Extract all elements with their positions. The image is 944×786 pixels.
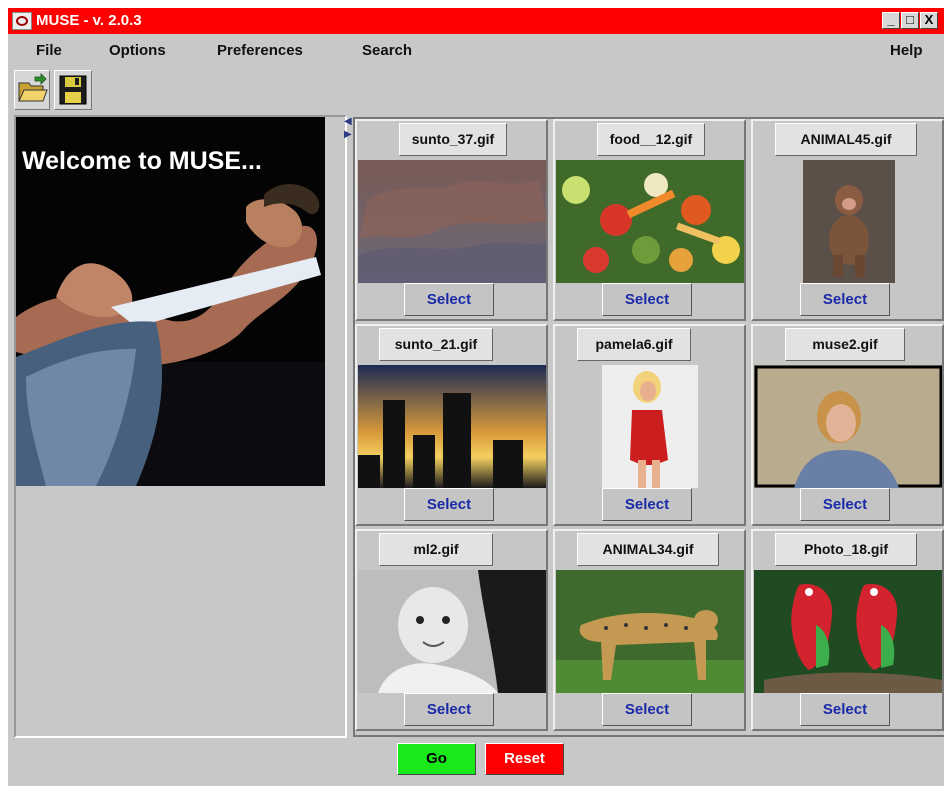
window-title: MUSE - v. 2.0.3	[36, 12, 142, 29]
go-button[interactable]: Go	[397, 743, 476, 775]
menu-help[interactable]: Help	[890, 42, 923, 59]
image-cell: muse2.gif Select	[751, 324, 944, 526]
image-cell: food__12.gif Select	[553, 119, 746, 321]
image-thumbnail[interactable]	[754, 570, 942, 693]
image-thumbnail[interactable]	[358, 160, 546, 283]
title-bar: MUSE - v. 2.0.3 _ □ X	[8, 8, 944, 34]
image-filename: food__12.gif	[597, 123, 705, 156]
select-button[interactable]: Select	[800, 488, 890, 521]
image-filename: Photo_18.gif	[775, 533, 917, 566]
reset-button[interactable]: Reset	[485, 743, 564, 775]
image-filename: ml2.gif	[379, 533, 493, 566]
image-cell: sunto_37.gif Select	[355, 119, 548, 321]
image-filename: pamela6.gif	[577, 328, 691, 361]
welcome-image: Welcome to MUSE...	[16, 117, 325, 486]
select-button[interactable]: Select	[800, 283, 890, 316]
menu-preferences[interactable]: Preferences	[217, 42, 303, 59]
minimize-button[interactable]: _	[882, 12, 900, 29]
save-button[interactable]	[54, 70, 92, 110]
select-button[interactable]: Select	[602, 283, 692, 316]
image-thumbnail[interactable]	[754, 365, 942, 488]
image-cell: ml2.gif Select	[355, 529, 548, 731]
open-folder-icon	[18, 73, 48, 102]
image-cell: ANIMAL45.gif Select	[751, 119, 944, 321]
image-cell: Photo_18.gif Select	[751, 529, 944, 731]
preview-panel: Welcome to MUSE...	[14, 115, 347, 738]
menu-bar: File Options Preferences Search Help	[8, 34, 944, 64]
app-icon	[12, 12, 32, 30]
select-button[interactable]: Select	[404, 488, 494, 521]
image-thumbnail[interactable]	[556, 570, 744, 693]
select-button[interactable]: Select	[404, 283, 494, 316]
image-filename: sunto_21.gif	[379, 328, 493, 361]
image-cell: pamela6.gif Select	[553, 324, 746, 526]
maximize-button[interactable]: □	[901, 12, 919, 29]
select-button[interactable]: Select	[404, 693, 494, 726]
image-cell: ANIMAL34.gif Select	[553, 529, 746, 731]
image-thumbnail[interactable]	[803, 160, 895, 283]
image-grid: sunto_37.gif Select food__12.gif Select …	[353, 117, 944, 737]
select-button[interactable]: Select	[602, 488, 692, 521]
image-filename: sunto_37.gif	[399, 123, 507, 156]
image-thumbnail[interactable]	[602, 365, 698, 488]
image-thumbnail[interactable]	[556, 160, 744, 283]
select-button[interactable]: Select	[602, 693, 692, 726]
save-disk-icon	[59, 75, 87, 105]
menu-options[interactable]: Options	[109, 42, 166, 59]
image-filename: ANIMAL45.gif	[775, 123, 917, 156]
menu-file[interactable]: File	[36, 42, 62, 59]
image-cell: sunto_21.gif Select	[355, 324, 548, 526]
image-thumbnail[interactable]	[358, 365, 546, 488]
image-thumbnail[interactable]	[358, 570, 546, 693]
image-filename: ANIMAL34.gif	[577, 533, 719, 566]
open-button[interactable]	[14, 70, 50, 110]
image-filename: muse2.gif	[785, 328, 905, 361]
welcome-title: Welcome to MUSE...	[22, 147, 262, 175]
close-button[interactable]: X	[920, 12, 938, 29]
menu-search[interactable]: Search	[362, 42, 412, 59]
select-button[interactable]: Select	[800, 693, 890, 726]
